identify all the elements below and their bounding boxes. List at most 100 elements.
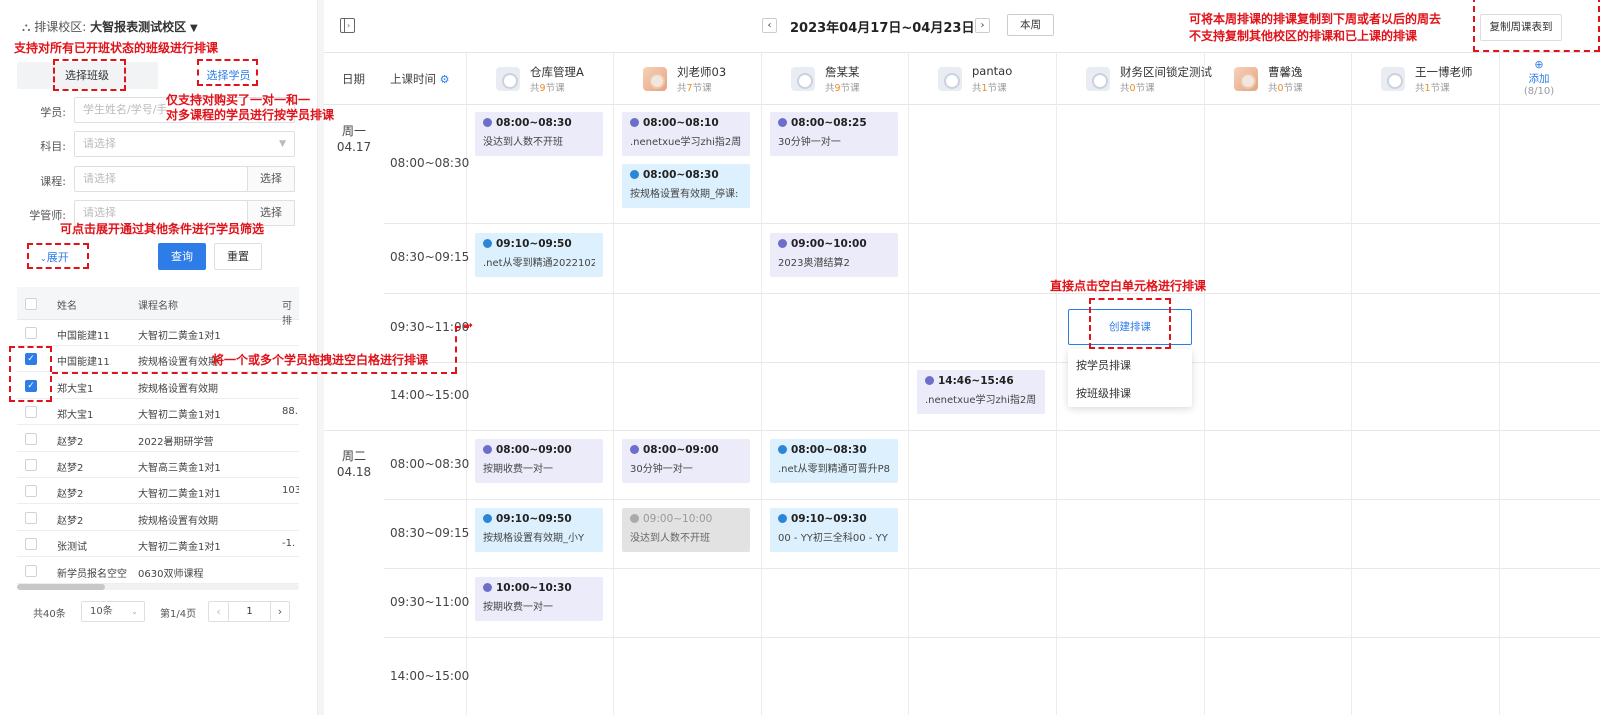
row-course: 按规格设置有效期 bbox=[138, 515, 218, 527]
grid-column-line bbox=[1351, 53, 1352, 715]
menu-item-by-class[interactable]: 按班级排课 bbox=[1076, 385, 1131, 401]
schedule-card[interactable]: 10:00~10:30 按期收费一对一 bbox=[475, 577, 603, 621]
table-row[interactable]: 赵梦2 2022暑期研学营 bbox=[17, 426, 299, 452]
day-date: 04.17 bbox=[336, 140, 372, 154]
table-row[interactable]: 赵梦2 大智高三黄金1对1 bbox=[17, 452, 299, 478]
table-row[interactable]: 赵梦2 大智初二黄金1对1 1039. bbox=[17, 478, 299, 505]
teacher-header[interactable]: 刘老师03 共7节课 bbox=[613, 53, 760, 105]
card-course: .nenetxue学习zhi指2周 bbox=[925, 395, 1037, 406]
prev-page-icon[interactable]: ‹ bbox=[209, 602, 229, 621]
annotation-box-create bbox=[1089, 298, 1171, 349]
table-row[interactable]: 张测试 大智初二黄金1对1 -1. bbox=[17, 531, 299, 558]
subject-select[interactable]: 请选择 ▼ bbox=[74, 131, 295, 157]
row-checkbox[interactable] bbox=[25, 564, 37, 577]
schedule-card[interactable]: 09:10~09:50 按规格设置有效期_小Y bbox=[475, 508, 603, 552]
table-row[interactable]: 新学员报名空空 0630双师课程 bbox=[17, 558, 299, 584]
row-checkbox[interactable] bbox=[25, 406, 37, 419]
schedule-card[interactable]: 08:00~08:30 按规格设置有效期_停课: bbox=[622, 164, 750, 208]
card-course: .nenetxue学习zhi指2周 bbox=[630, 137, 742, 148]
teacher-name: pantao bbox=[972, 64, 1013, 78]
page-info: 第1/4页 bbox=[160, 609, 197, 620]
card-time-text: 08:00~08:30 bbox=[791, 444, 867, 456]
reset-button[interactable]: 重置 bbox=[214, 243, 262, 270]
teacher-header[interactable]: 财务区间锁定测试 共0节课 bbox=[1056, 53, 1212, 105]
card-course: 没达到人数不开班 bbox=[630, 533, 710, 544]
teacher-avatar bbox=[791, 67, 815, 91]
teacher-avatar bbox=[1381, 67, 1405, 91]
next-week-icon[interactable]: › bbox=[975, 18, 990, 33]
next-page-icon[interactable]: › bbox=[270, 602, 289, 621]
count-prefix: 共 bbox=[677, 83, 687, 94]
page-input[interactable]: 1 bbox=[229, 602, 270, 621]
add-teacher-button[interactable]: ⊕ 添加 (8/10) bbox=[1514, 59, 1564, 98]
count-suffix: 节课 bbox=[692, 83, 712, 94]
row-name: 赵梦2 bbox=[57, 436, 84, 448]
schedule-card[interactable]: 08:00~08:10 .nenetxue学习zhi指2周 bbox=[622, 112, 750, 156]
count-suffix: 节课 bbox=[987, 83, 1007, 94]
collapse-panel-icon[interactable]: › bbox=[340, 18, 355, 33]
table-row[interactable]: 中国能建11 大智初二黄金1对1 bbox=[17, 320, 299, 346]
pager: ‹ 1 › bbox=[208, 601, 290, 622]
row-course: 大智初二黄金1对1 bbox=[138, 410, 221, 422]
table-row[interactable]: 郑大宝1 大智初二黄金1对1 88. bbox=[17, 399, 299, 426]
card-time-text: 09:00~10:00 bbox=[643, 513, 713, 525]
schedule-card[interactable]: 09:00~10:00 没达到人数不开班 bbox=[622, 508, 750, 552]
time-header: 上课时间 ⚙ bbox=[390, 71, 450, 87]
schedule-card[interactable]: 08:00~08:30 没达到人数不开班 bbox=[475, 112, 603, 156]
schedule-card[interactable]: 08:00~08:30 .net从零到精通可晋升P8 bbox=[770, 439, 898, 483]
row-checkbox[interactable] bbox=[25, 432, 37, 445]
chevron-down-icon: ▼ bbox=[279, 139, 286, 149]
schedule-card[interactable]: 08:00~09:00 按期收费一对一 bbox=[475, 439, 603, 483]
grid-row-line bbox=[384, 499, 1600, 500]
card-time-text: 10:00~10:30 bbox=[496, 582, 572, 594]
row-checkbox[interactable] bbox=[25, 485, 37, 498]
row-available: -1. bbox=[282, 538, 296, 550]
row-name: 中国能建11 bbox=[57, 357, 110, 369]
schedule-card[interactable]: 08:00~08:25 30分钟一对一 bbox=[770, 112, 898, 156]
row-checkbox[interactable] bbox=[25, 511, 37, 524]
schedule-card[interactable]: 09:00~10:00 2023奥潜结算2 bbox=[770, 233, 898, 277]
table-row[interactable]: 赵梦2 按规格设置有效期 bbox=[17, 505, 299, 531]
row-checkbox[interactable] bbox=[25, 327, 37, 339]
schedule-card[interactable]: 08:00~09:00 30分钟一对一 bbox=[622, 439, 750, 483]
settings-icon[interactable]: ⚙ bbox=[440, 73, 450, 86]
count-suffix: 节课 bbox=[1430, 83, 1450, 94]
select-all-checkbox[interactable] bbox=[25, 298, 37, 310]
schedule-card[interactable]: 14:46~15:46 .nenetxue学习zhi指2周 bbox=[917, 370, 1045, 414]
teacher-header[interactable]: 曹馨逸 共0节课 bbox=[1204, 53, 1351, 105]
query-button[interactable]: 查询 bbox=[158, 243, 206, 270]
table-scrollbar[interactable] bbox=[17, 584, 299, 590]
card-time: 08:00~08:30 bbox=[483, 117, 595, 129]
annotation-copy-line1: 可将本周排课的排课复制到下周或者以后的周去 bbox=[1189, 12, 1442, 26]
course-input[interactable]: 请选择 bbox=[74, 166, 248, 192]
course-select-button[interactable]: 选择 bbox=[247, 166, 295, 192]
schedule-card[interactable]: 09:10~09:50 .net从零到精通2022102 bbox=[475, 233, 603, 277]
this-week-button[interactable]: 本周 bbox=[1007, 14, 1054, 36]
clock-icon bbox=[778, 118, 787, 127]
count-prefix: 共 bbox=[1415, 83, 1425, 94]
menu-item-by-student[interactable]: 按学员排课 bbox=[1076, 357, 1131, 373]
card-time-text: 08:00~08:30 bbox=[643, 169, 719, 181]
teacher-header[interactable]: 王一博老师 共1节课 bbox=[1351, 53, 1498, 105]
time-header-label: 上课时间 bbox=[390, 72, 436, 86]
scrollbar-thumb[interactable] bbox=[17, 584, 105, 590]
week-range: 2023年04月17日~04月23日 bbox=[790, 21, 975, 36]
day-label: 周二 04.18 bbox=[324, 448, 384, 480]
clock-icon bbox=[483, 514, 492, 523]
schedule-card[interactable]: 09:10~09:30 00 - YY初三全科00 - YY bbox=[770, 508, 898, 552]
page-size-select[interactable]: 10条 ⌄ bbox=[81, 601, 145, 622]
row-checkbox[interactable] bbox=[25, 538, 37, 551]
grid-row-line bbox=[384, 223, 1600, 224]
row-checkbox[interactable] bbox=[25, 459, 37, 471]
annotation-box-expand bbox=[27, 243, 89, 269]
teacher-header[interactable]: 仓库管理A 共9节课 bbox=[466, 53, 613, 105]
prev-week-icon[interactable]: ‹ bbox=[762, 18, 777, 33]
card-time: 09:10~09:30 bbox=[778, 513, 890, 525]
row-course: 大智初二黄金1对1 bbox=[138, 331, 221, 342]
campus-selector[interactable]: ⛬ 排课校区: 大智报表测试校区 ▼ bbox=[22, 18, 198, 35]
table-row[interactable]: ✓ 郑大宝1 按规格设置有效期 bbox=[17, 373, 299, 399]
teacher-name: 詹某某 bbox=[825, 65, 860, 79]
teacher-header[interactable]: 詹某某 共9节课 bbox=[761, 53, 908, 105]
teacher-header[interactable]: pantao 共1节课 bbox=[908, 53, 1055, 105]
campus-icon: ⛬ bbox=[22, 20, 31, 34]
